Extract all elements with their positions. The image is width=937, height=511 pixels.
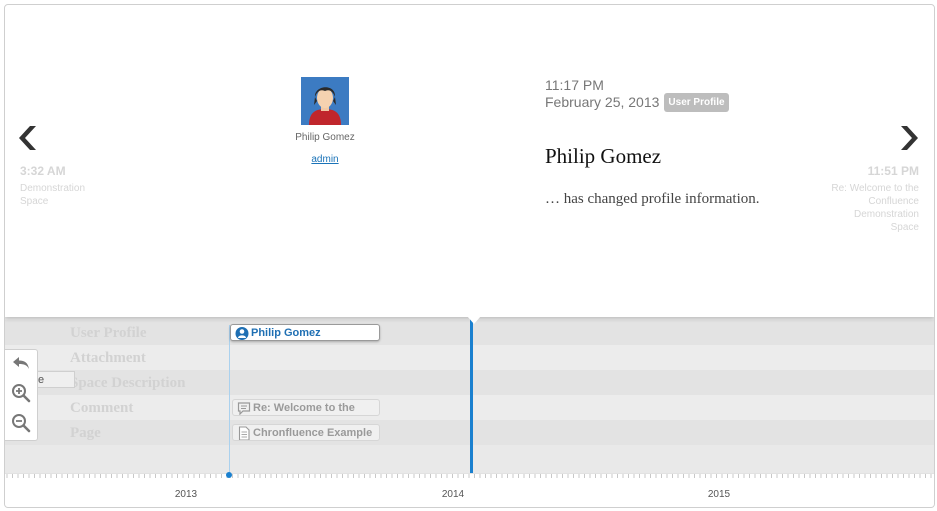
marker-label: Philip Gomez bbox=[251, 327, 321, 339]
current-position-dot bbox=[226, 472, 232, 478]
event-date: February 25, 2013 bbox=[545, 94, 660, 110]
band-label: Page bbox=[70, 425, 101, 441]
page-icon bbox=[237, 426, 251, 440]
comment-icon bbox=[237, 401, 251, 415]
tick-marks bbox=[6, 474, 932, 478]
year-label-2015: 2015 bbox=[707, 489, 731, 500]
marker-user-profile[interactable]: Philip Gomez bbox=[230, 324, 380, 341]
event-content: 11:17 PM February 25, 2013 User Profile P… bbox=[545, 77, 845, 208]
avatar-caption: Philip Gomez bbox=[295, 132, 355, 143]
event-headline: Philip Gomez bbox=[545, 144, 662, 168]
zoom-out-icon[interactable] bbox=[10, 412, 32, 434]
zoom-in-icon[interactable] bbox=[10, 382, 32, 404]
user-avatar-icon bbox=[301, 77, 349, 125]
next-arrow-icon[interactable] bbox=[894, 123, 920, 153]
next-event-time[interactable]: 11:51 PM bbox=[868, 164, 919, 178]
ghost-marker[interactable]: e bbox=[33, 371, 75, 388]
event-date-row: February 25, 2013 User Profile bbox=[545, 93, 845, 112]
marker-page[interactable]: Chronfluence Example bbox=[232, 424, 380, 441]
slide-pointer bbox=[467, 316, 481, 324]
event-type-badge: User Profile bbox=[664, 93, 729, 112]
year-label-2013: 2013 bbox=[174, 489, 198, 500]
band-label: User Profile bbox=[70, 325, 147, 341]
event-text: … has changed profile information. bbox=[545, 191, 760, 207]
user-profile-link[interactable]: admin bbox=[311, 154, 338, 165]
back-icon[interactable] bbox=[10, 352, 32, 374]
event-time: 11:17 PM bbox=[545, 77, 604, 93]
prev-arrow-icon[interactable] bbox=[17, 123, 43, 153]
timeline-widget: 3:32 AM Demonstration Space 11:51 PM Re:… bbox=[4, 4, 935, 508]
band-label: Attachment bbox=[70, 350, 146, 366]
user-profile-icon bbox=[235, 326, 249, 340]
zoom-controls bbox=[5, 349, 38, 441]
band-label: Space Description bbox=[70, 375, 186, 391]
timeline-area[interactable]: User Profile Attachment Space Descriptio… bbox=[5, 317, 934, 507]
prev-event-title[interactable]: Demonstration Space bbox=[20, 182, 110, 208]
current-time-line bbox=[470, 317, 473, 473]
marker-label: Re: Welcome to the bbox=[253, 402, 355, 414]
marker-label: Chronfluence Example bbox=[253, 427, 373, 439]
time-axis[interactable]: 2013 2014 2015 bbox=[5, 472, 934, 507]
event-media: Philip Gomez admin bbox=[285, 77, 365, 167]
prev-event-time[interactable]: 3:32 AM bbox=[20, 164, 66, 178]
year-label-2014: 2014 bbox=[441, 489, 465, 500]
marker-comment[interactable]: Re: Welcome to the bbox=[232, 399, 380, 416]
marker-line bbox=[229, 325, 230, 475]
slide-panel: 3:32 AM Demonstration Space 11:51 PM Re:… bbox=[5, 5, 934, 317]
band-label: Comment bbox=[70, 400, 134, 416]
